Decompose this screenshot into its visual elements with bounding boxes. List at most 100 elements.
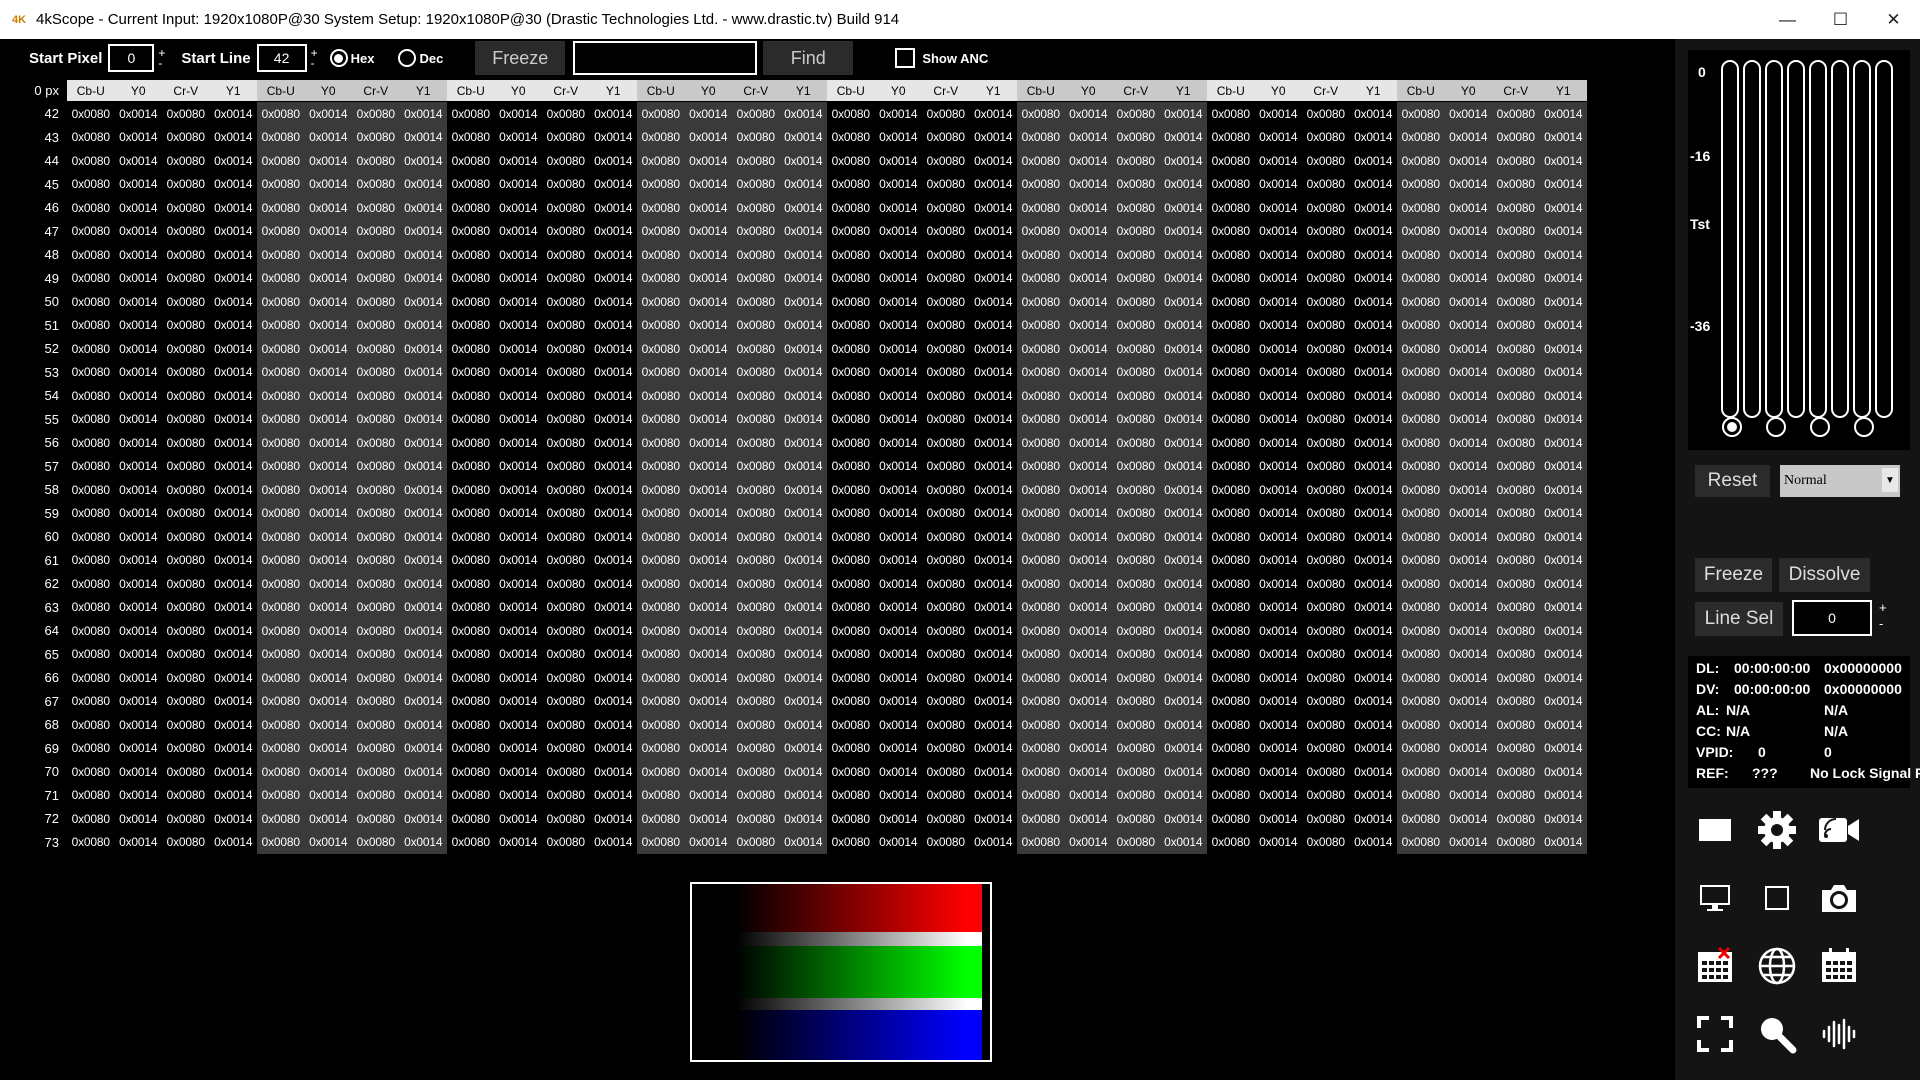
meter-label-36: -36 <box>1690 318 1711 334</box>
start-line-input[interactable]: 42 <box>256 44 307 72</box>
mode-select[interactable]: Normal ▼ <box>1780 465 1900 497</box>
table-cell: 0x0014 <box>1349 666 1397 690</box>
table-cell: 0x0014 <box>494 501 542 525</box>
table-cell: 0x0014 <box>1254 760 1302 784</box>
dissolve-button[interactable]: Dissolve <box>1779 558 1870 592</box>
gear-icon[interactable] <box>1749 802 1805 858</box>
table-cell: 0x0080 <box>732 501 780 525</box>
camera-icon[interactable] <box>1811 870 1867 926</box>
show-anc-checkbox[interactable]: Show ANC <box>895 48 988 68</box>
hex-radio[interactable]: Hex <box>329 49 374 67</box>
table-cell: 0x0014 <box>1539 243 1587 267</box>
table-cell: 0x0080 <box>732 713 780 737</box>
start-pixel-spinner[interactable]: + - <box>158 47 165 69</box>
meter-select-knob[interactable] <box>1810 417 1830 437</box>
meter-select-knob[interactable] <box>1766 417 1786 437</box>
table-cell: 0x0014 <box>1444 290 1492 314</box>
find-button[interactable]: Find <box>763 41 854 75</box>
chevron-down-icon[interactable]: ▼ <box>1882 468 1898 492</box>
table-cell: 0x0014 <box>779 807 827 831</box>
calendar-icon[interactable] <box>1811 938 1867 994</box>
freeze-button[interactable]: Freeze <box>475 41 566 75</box>
table-cell: 0x0014 <box>779 313 827 337</box>
table-cell: 0x0080 <box>637 525 685 549</box>
table-cell: 0x0014 <box>1064 501 1112 525</box>
minimize-button[interactable]: — <box>1761 0 1814 39</box>
find-input[interactable] <box>573 41 758 75</box>
table-cell: 0x0080 <box>922 478 970 502</box>
table-cell: 0x0080 <box>1302 313 1350 337</box>
table-cell: 0x0080 <box>827 360 875 384</box>
spin-down-icon[interactable]: - <box>1879 616 1887 632</box>
column-header: Cr-V <box>1302 80 1350 101</box>
camera-stream-icon[interactable] <box>1811 802 1867 858</box>
table-cell: 0x0080 <box>1017 525 1065 549</box>
table-cell: 0x0014 <box>589 807 637 831</box>
line-sel-input[interactable]: 0 <box>1792 600 1872 636</box>
globe-icon[interactable] <box>1749 938 1805 994</box>
start-line-spinner[interactable]: + - <box>311 47 318 69</box>
table-cell: 0x0014 <box>1159 219 1207 243</box>
monitor-icon[interactable] <box>1687 870 1743 926</box>
table-cell: 0x0014 <box>1349 783 1397 807</box>
table-cell: 0x0014 <box>1349 595 1397 619</box>
spin-up-icon[interactable]: + <box>1879 600 1887 616</box>
table-cell: 0x0014 <box>969 149 1017 173</box>
table-cell: 0x0080 <box>637 243 685 267</box>
freeze-panel-button[interactable]: Freeze <box>1695 558 1772 592</box>
table-cell: 0x0014 <box>304 713 352 737</box>
table-cell: 0x0080 <box>1017 407 1065 431</box>
table-cell: 0x0080 <box>1302 525 1350 549</box>
line-sel-button[interactable]: Line Sel <box>1695 602 1783 636</box>
audio-waveform-icon[interactable] <box>1811 1006 1867 1062</box>
column-header: Y1 <box>209 80 257 101</box>
table-cell: 0x0014 <box>114 337 162 361</box>
table-cell: 0x0014 <box>589 219 637 243</box>
table-cell: 0x0014 <box>1349 689 1397 713</box>
table-cell: 0x0080 <box>1017 243 1065 267</box>
table-cell: 0x0014 <box>1539 760 1587 784</box>
table-cell: 0x0014 <box>114 243 162 267</box>
square-icon[interactable] <box>1749 870 1805 926</box>
table-cell: 0x0014 <box>1254 830 1302 854</box>
reset-button[interactable]: Reset <box>1695 465 1770 497</box>
table-cell: 0x0014 <box>1349 407 1397 431</box>
calendar-x-icon[interactable] <box>1687 938 1743 994</box>
table-cell: 0x0080 <box>732 478 780 502</box>
spin-down-icon[interactable]: - <box>311 57 318 69</box>
table-cell: 0x0014 <box>304 407 352 431</box>
table-cell: 0x0080 <box>922 548 970 572</box>
table-cell: 0x0014 <box>684 290 732 314</box>
search-icon[interactable] <box>1749 1006 1805 1062</box>
fullscreen-icon[interactable] <box>1687 1006 1743 1062</box>
table-cell: 0x0080 <box>637 736 685 760</box>
column-header: Y0 <box>304 80 352 101</box>
table-cell: 0x0080 <box>1397 760 1445 784</box>
table-cell: 0x0014 <box>1254 736 1302 760</box>
start-pixel-input[interactable]: 0 <box>108 44 155 72</box>
table-cell: 0x0014 <box>1539 454 1587 478</box>
table-cell: 0x0014 <box>589 360 637 384</box>
table-cell: 0x0080 <box>922 102 970 126</box>
column-header: Cr-V <box>922 80 970 101</box>
maximize-button[interactable]: ☐ <box>1814 0 1867 39</box>
table-cell: 0x0014 <box>684 407 732 431</box>
table-cell: 0x0080 <box>732 196 780 220</box>
meter-select-knob[interactable] <box>1854 417 1874 437</box>
table-cell: 0x0014 <box>684 149 732 173</box>
table-cell: 0x0014 <box>1064 713 1112 737</box>
table-cell: 0x0014 <box>1349 807 1397 831</box>
table-cell: 0x0080 <box>827 266 875 290</box>
close-button[interactable]: ✕ <box>1867 0 1920 39</box>
line-sel-spinner[interactable]: + - <box>1879 600 1887 632</box>
dec-radio[interactable]: Dec <box>398 49 443 67</box>
meter-select-knob[interactable] <box>1722 417 1742 437</box>
table-cell: 0x0014 <box>1254 642 1302 666</box>
table-cell: 0x0080 <box>1207 149 1255 173</box>
table-cell: 0x0080 <box>637 760 685 784</box>
window-icon[interactable] <box>1687 802 1743 858</box>
spin-down-icon[interactable]: - <box>158 57 165 69</box>
table-cell: 0x0080 <box>637 219 685 243</box>
table-cell: 0x0014 <box>1159 595 1207 619</box>
table-cell: 0x0080 <box>162 337 210 361</box>
